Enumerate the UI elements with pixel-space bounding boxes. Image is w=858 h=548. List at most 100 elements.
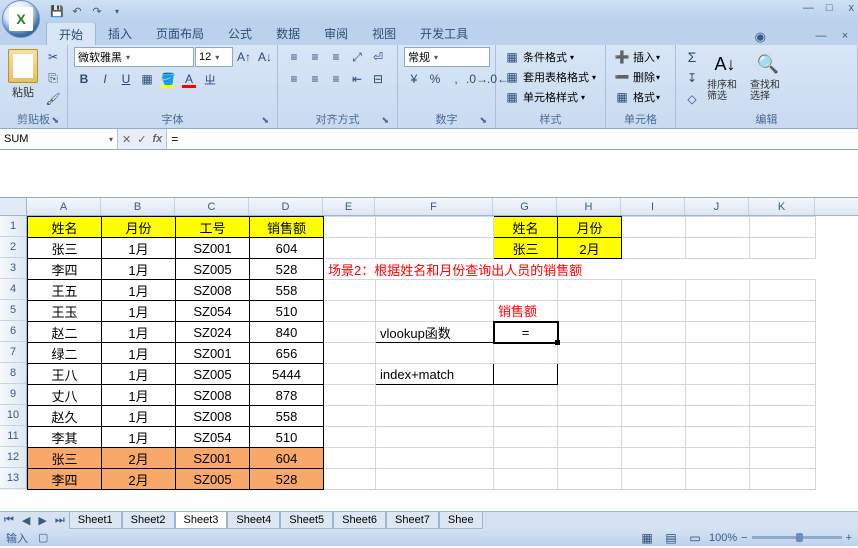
comma-icon[interactable]: , <box>446 69 466 89</box>
cell[interactable]: SZ008 <box>176 280 250 301</box>
row-header-1[interactable]: 1 <box>0 216 27 237</box>
cell[interactable]: 510 <box>250 301 324 322</box>
dialog-launcher-icon[interactable]: ⬊ <box>51 115 59 126</box>
dialog-launcher-icon[interactable]: ⬊ <box>261 115 269 126</box>
cell[interactable] <box>558 427 622 448</box>
cell[interactable] <box>750 448 816 469</box>
cell[interactable] <box>622 238 686 259</box>
col-header-G[interactable]: G <box>493 198 557 215</box>
underline-button[interactable]: U <box>116 69 136 89</box>
cell[interactable]: 510 <box>250 427 324 448</box>
cell[interactable] <box>558 301 622 322</box>
cell[interactable] <box>376 217 494 238</box>
currency-icon[interactable]: ¥ <box>404 69 424 89</box>
row-header-12[interactable]: 12 <box>0 447 27 468</box>
cell[interactable] <box>622 301 686 322</box>
cell[interactable]: SZ054 <box>176 427 250 448</box>
cell[interactable] <box>686 427 750 448</box>
office-button[interactable]: X <box>2 0 40 38</box>
cell[interactable] <box>494 343 558 364</box>
cell[interactable] <box>494 469 558 490</box>
row-header-6[interactable]: 6 <box>0 321 27 342</box>
sheet-nav-last-icon[interactable]: ⏭ <box>51 514 69 527</box>
dialog-launcher-icon[interactable]: ⬊ <box>479 115 487 126</box>
font-name-combo[interactable]: 微软雅黑▾ <box>74 47 194 67</box>
cell[interactable]: SZ054 <box>176 301 250 322</box>
col-header-H[interactable]: H <box>557 198 621 215</box>
cell[interactable] <box>750 238 816 259</box>
cell[interactable] <box>558 280 622 301</box>
fx-icon[interactable]: fx <box>152 133 162 145</box>
cell[interactable] <box>324 448 376 469</box>
cell[interactable] <box>558 448 622 469</box>
border-icon[interactable]: ▦ <box>137 69 157 89</box>
sheet-tab[interactable]: Sheet6 <box>333 512 386 529</box>
indent-dec-icon[interactable]: ⇤ <box>347 69 367 89</box>
row-header-9[interactable]: 9 <box>0 384 27 405</box>
macro-record-icon[interactable]: ▢ <box>38 531 48 544</box>
cell[interactable]: SZ005 <box>176 469 250 490</box>
confirm-edit-icon[interactable]: ✓ <box>137 133 146 146</box>
cell[interactable] <box>558 322 622 343</box>
cell[interactable]: index+match <box>376 364 494 385</box>
italic-button[interactable]: I <box>95 69 115 89</box>
cell[interactable] <box>750 406 816 427</box>
cell[interactable] <box>494 406 558 427</box>
cell[interactable]: 5444 <box>250 364 324 385</box>
tab-5[interactable]: 审阅 <box>312 22 360 45</box>
cell[interactable] <box>324 406 376 427</box>
cell[interactable]: 赵二 <box>28 322 102 343</box>
cell[interactable] <box>622 427 686 448</box>
cell[interactable]: 月份 <box>102 217 176 238</box>
cell[interactable] <box>750 469 816 490</box>
cell[interactable] <box>324 280 376 301</box>
cell[interactable] <box>376 385 494 406</box>
cell[interactable] <box>750 427 816 448</box>
copy-icon[interactable]: ⎘ <box>43 68 63 88</box>
font-color-icon[interactable]: A <box>179 69 199 89</box>
wrap-text-icon[interactable]: ⏎ <box>368 47 388 67</box>
col-header-F[interactable]: F <box>375 198 493 215</box>
help-icon[interactable]: ◉ <box>749 29 772 45</box>
cell[interactable]: 张三 <box>494 238 558 259</box>
cell[interactable]: 张三 <box>28 238 102 259</box>
col-header-K[interactable]: K <box>749 198 815 215</box>
formula-input[interactable] <box>171 132 854 146</box>
delete-cells-button[interactable]: ➖删除▾ <box>612 67 660 87</box>
cell[interactable] <box>494 385 558 406</box>
cell[interactable] <box>622 364 686 385</box>
select-all-corner[interactable] <box>0 198 27 215</box>
cell[interactable]: 558 <box>250 280 324 301</box>
paste-button[interactable]: 粘贴 <box>6 47 40 102</box>
cancel-edit-icon[interactable]: ✕ <box>122 133 131 146</box>
cell[interactable] <box>324 301 376 322</box>
cell[interactable]: 840 <box>250 322 324 343</box>
name-box-input[interactable] <box>4 133 84 145</box>
cell[interactable]: 1月 <box>102 406 176 427</box>
cell[interactable]: 月份 <box>558 217 622 238</box>
close-workbook-icon[interactable]: × <box>836 27 854 45</box>
cell[interactable] <box>376 469 494 490</box>
cell[interactable]: 李四 <box>28 469 102 490</box>
cell[interactable] <box>750 385 816 406</box>
cell[interactable]: 2月 <box>102 448 176 469</box>
cell[interactable]: 李其 <box>28 427 102 448</box>
cell[interactable] <box>686 406 750 427</box>
sheet-tab[interactable]: Sheet3 <box>175 512 228 529</box>
tab-1[interactable]: 插入 <box>96 22 144 45</box>
cell[interactable]: 场景2：根据姓名和月份查询出人员的销售额 <box>324 259 816 280</box>
insert-cells-button[interactable]: ➕插入▾ <box>612 47 660 67</box>
cell[interactable]: 1月 <box>102 280 176 301</box>
cell[interactable]: 赵久 <box>28 406 102 427</box>
align-top-icon[interactable]: ≡ <box>284 47 304 67</box>
col-header-J[interactable]: J <box>685 198 749 215</box>
tab-7[interactable]: 开发工具 <box>408 22 480 45</box>
cell[interactable] <box>686 301 750 322</box>
cell[interactable] <box>622 217 686 238</box>
row-header-13[interactable]: 13 <box>0 468 27 489</box>
cell[interactable] <box>324 427 376 448</box>
cell[interactable]: 1月 <box>102 301 176 322</box>
cell[interactable] <box>622 322 686 343</box>
cell[interactable]: 604 <box>250 448 324 469</box>
worksheet-grid[interactable]: ABCDEFGHIJK 12345678910111213 姓名月份工号销售额姓… <box>0 198 858 490</box>
